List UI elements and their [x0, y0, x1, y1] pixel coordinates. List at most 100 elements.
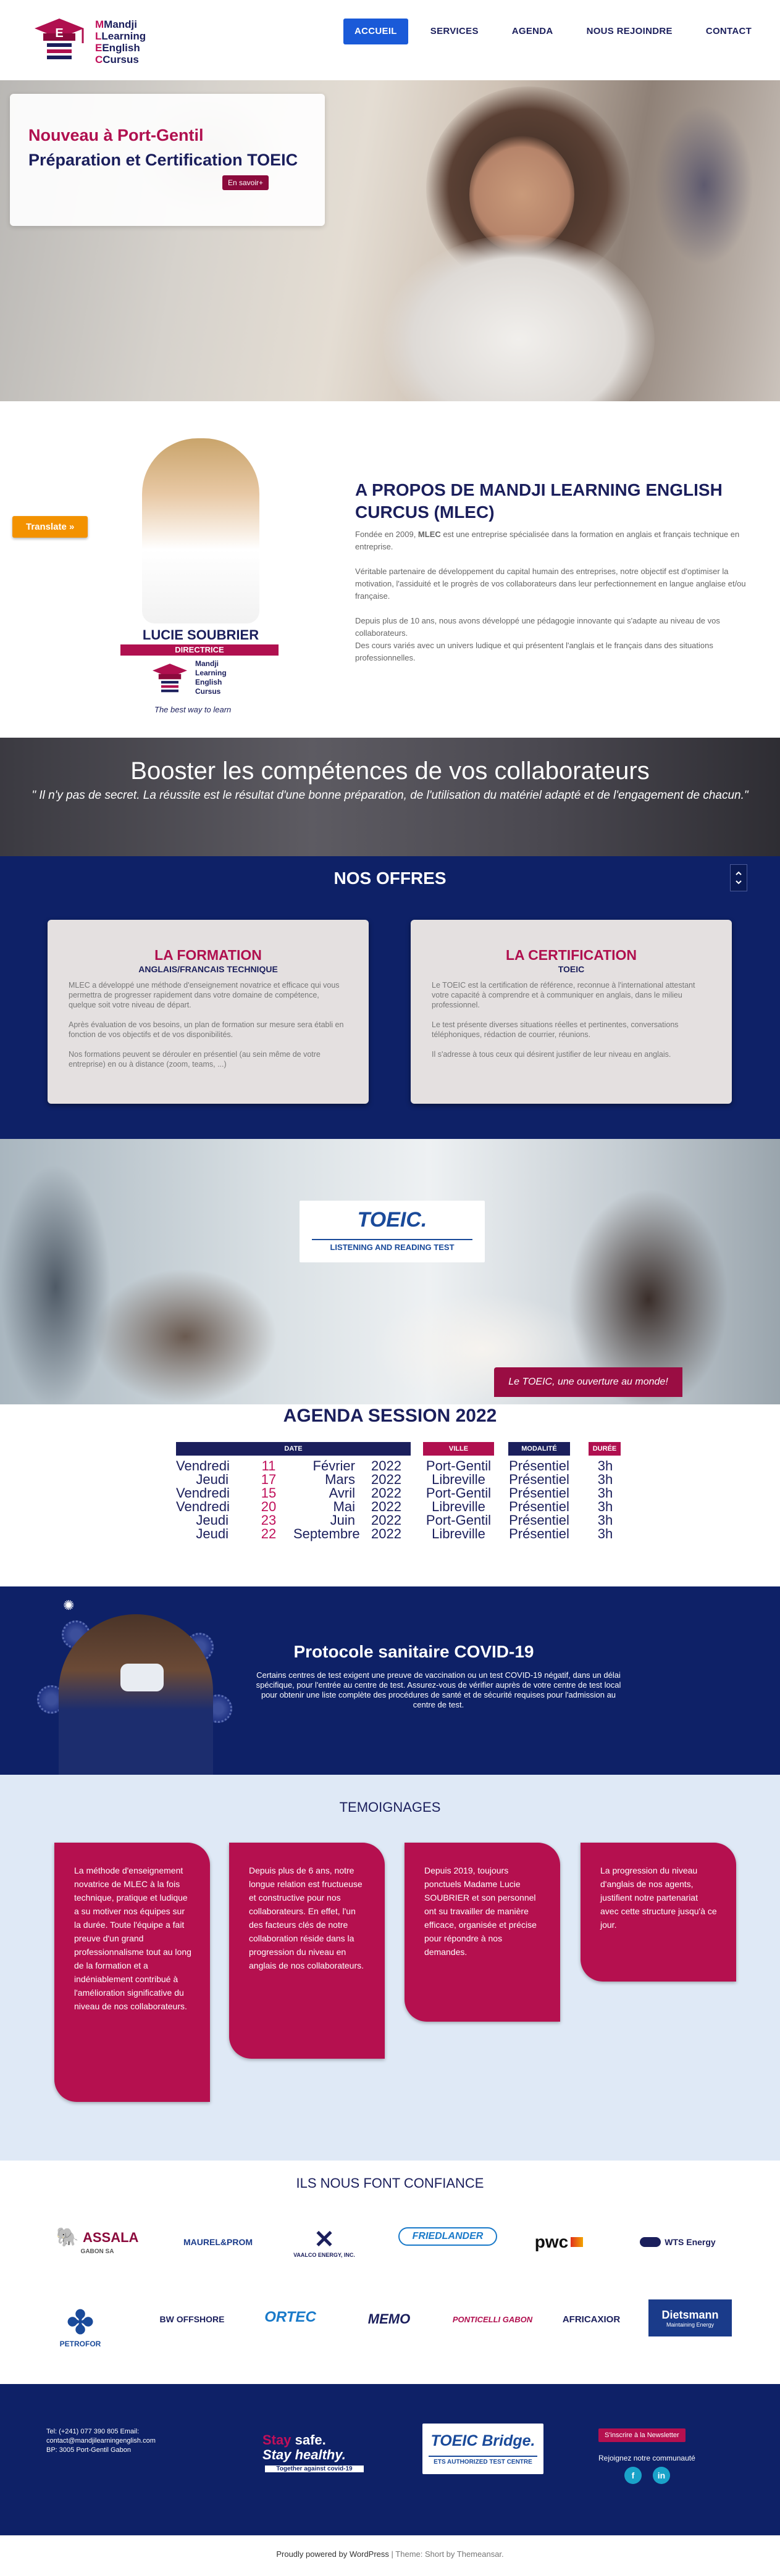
- agenda-cell-day: Jeudi: [196, 1512, 229, 1528]
- partner-logo-pwc: pwc: [522, 2228, 596, 2256]
- partner-logo-dietsmann: Dietsmann Maintaining Energy: [648, 2299, 732, 2336]
- powered-by-link[interactable]: Proudly powered by WordPress: [276, 2549, 389, 2559]
- partner-logo-memo: MEMO: [367, 2311, 411, 2327]
- agenda-row: Jeudi 22 Septembre 2022 Libreville Présentiel…: [176, 1527, 621, 1541]
- director-role: DIRECTRICE: [120, 644, 279, 656]
- chevron-up-down-icon: [736, 871, 742, 885]
- agenda-cell-month: Mai: [333, 1499, 355, 1514]
- main-nav: ACCUEIL SERVICES AGENDA NOUS REJOINDRE C…: [343, 19, 763, 44]
- facebook-icon[interactable]: f: [624, 2467, 642, 2484]
- logo-mark-icon: E: [35, 19, 84, 59]
- agenda-row: Vendredi 15 Avril 2022 Port-Gentil Présentiel…: [176, 1486, 621, 1500]
- mini-logo: Mandji Learning English Cursus: [148, 658, 253, 701]
- community-label: Rejoignez notre communauté: [598, 2454, 695, 2462]
- agenda-row: Vendredi 11 Février 2022 Port-Gentil Présenti…: [176, 1459, 621, 1473]
- testimonial-card: Depuis 2019, toujours ponctuels Madame L…: [405, 1843, 560, 2022]
- agenda-cell-city: Libreville: [432, 1472, 485, 1487]
- newsletter-button[interactable]: S'inscrire à la Newsletter: [598, 2428, 686, 2442]
- agenda-cell-dur: 3h: [597, 1499, 613, 1514]
- testimonial-card: La progression du niveau d'anglais de no…: [581, 1843, 736, 1982]
- agenda-title: AGENDA SESSION 2022: [283, 1406, 497, 1426]
- agenda-cell-day: Jeudi: [196, 1526, 229, 1541]
- agenda-row: Jeudi 17 Mars 2022 Libreville Présentiel 3h: [176, 1473, 621, 1486]
- agenda-cell-month: Juin: [330, 1512, 355, 1528]
- offers-title: NOS OFFRES: [333, 869, 447, 888]
- partner-logo-petrofor: ✤ PETROFOR: [59, 2305, 101, 2348]
- bottom-bar: Proudly powered by WordPress | Theme: Sh…: [0, 2535, 780, 2576]
- partner-logo-maurel-prom: MAUREL&PROM: [183, 2237, 253, 2247]
- site-header: E MMandji LLearning EEnglish CCursus ACC…: [0, 0, 780, 80]
- testimonials-title: TEMOIGNAGES: [339, 1799, 441, 1815]
- testimonials-section: TEMOIGNAGES La méthode d'enseignement no…: [0, 1775, 780, 2161]
- agenda-cell-num: 20: [261, 1499, 277, 1514]
- covid-title: Protocole sanitaire COVID-19: [293, 1642, 534, 1661]
- agenda-cell-month: Avril: [329, 1485, 355, 1501]
- agenda-cell-day: Vendredi: [176, 1485, 230, 1501]
- agenda-cell-city: Port-Gentil: [426, 1458, 492, 1473]
- nav-agenda[interactable]: AGENDA: [501, 19, 564, 44]
- masked-person-image: [59, 1614, 213, 1775]
- nav-accueil[interactable]: ACCUEIL: [343, 19, 408, 44]
- footer-contact: Tel: (+241) 077 390 805 Email: contact@m…: [46, 2428, 156, 2454]
- agenda-cell-year: 2022: [371, 1499, 401, 1514]
- agenda-cell-year: 2022: [371, 1526, 401, 1541]
- hero-heading-2: Préparation et Certification TOEIC: [28, 151, 298, 169]
- partner-logo-bw-offshore: BW OFFSHORE: [159, 2314, 225, 2324]
- agenda-cell-year: 2022: [371, 1485, 401, 1501]
- agenda-cell-num: 22: [261, 1526, 277, 1541]
- partner-logo-vaalco: ✕ VAALCO ENERGY, INC.: [293, 2226, 355, 2258]
- signature: The best way to learn: [154, 705, 232, 714]
- agenda-cell-city: Port-Gentil: [426, 1485, 492, 1501]
- scroll-handle[interactable]: [730, 864, 747, 891]
- theme-credit[interactable]: Theme: Short by Themeansar.: [395, 2549, 503, 2559]
- director-card: LUCIE SOUBRIER DIRECTRICE Mandji Learnin…: [117, 432, 284, 714]
- agenda-cell-month: Février: [312, 1458, 355, 1473]
- covid-section: ✺ Protocole sanitaire COVID-19 Certains …: [0, 1586, 780, 1775]
- about-text: Fondée en 2009, MLEC est une entreprise …: [355, 530, 746, 662]
- agenda-cell-dur: 3h: [597, 1458, 613, 1473]
- site-logo[interactable]: E MMandji LLearning EEnglish CCursus: [28, 15, 146, 68]
- agenda-cell-year: 2022: [371, 1458, 401, 1473]
- toeic-tagline: Le TOEIC, une ouverture au monde!: [494, 1367, 682, 1397]
- toeic-photo: [0, 1139, 780, 1411]
- nav-services[interactable]: SERVICES: [419, 19, 490, 44]
- translate-button[interactable]: Translate »: [12, 516, 88, 538]
- testimonial-card: La méthode d'enseignement novatrice de M…: [54, 1843, 210, 2102]
- face-mask-icon: [120, 1664, 164, 1691]
- svg-text:E: E: [55, 27, 63, 40]
- partners-title: ILS NOUS FONT CONFIANCE: [296, 2175, 484, 2191]
- agenda-row: Jeudi 23 Juin 2022 Port-Gentil Présentiel 3h: [176, 1514, 621, 1527]
- agenda-cell-city: Libreville: [432, 1499, 485, 1514]
- nav-contact[interactable]: CONTACT: [695, 19, 763, 44]
- agenda-cell-num: 15: [261, 1485, 277, 1501]
- partner-logo-friedlander: FRIEDLANDER: [398, 2227, 497, 2246]
- partner-logo-ponticelli: PONTICELLI GABON: [452, 2314, 533, 2324]
- agenda-cell-city: Libreville: [432, 1526, 485, 1541]
- booster-title: Booster les compétences de vos collabora…: [130, 757, 650, 785]
- toeic-bridge-logo: TOEIC Bridge. ETS AUTHORIZED TEST CENTRE: [422, 2424, 543, 2474]
- logo-mark-icon: [153, 664, 187, 693]
- agenda-cell-city: Port-Gentil: [426, 1512, 492, 1528]
- linkedin-icon[interactable]: in: [653, 2467, 670, 2484]
- agenda-cell-mode: Présentiel: [509, 1499, 569, 1514]
- director-name: LUCIE SOUBRIER: [142, 627, 259, 643]
- agenda-cell-dur: 3h: [597, 1512, 613, 1528]
- agenda-cell-day: Jeudi: [196, 1472, 229, 1487]
- agenda-cell-mode: Présentiel: [509, 1485, 569, 1501]
- hero-heading-1: Nouveau à Port-Gentil: [28, 126, 204, 144]
- agenda-row: Vendredi 20 Mai 2022 Libreville Présentiel 3h: [176, 1500, 621, 1514]
- agenda-cell-year: 2022: [371, 1512, 401, 1528]
- agenda-cell-year: 2022: [371, 1472, 401, 1487]
- agenda-cell-month: Septembre: [293, 1526, 360, 1541]
- booster-quote: " Il n'y pas de secret. La réussite est …: [31, 789, 749, 802]
- nav-nous-rejoindre[interactable]: NOUS REJOINDRE: [576, 19, 684, 44]
- logo-text: MMandji LLearning EEnglish CCursus: [95, 19, 146, 65]
- hero-more-button[interactable]: En savoir+: [222, 175, 269, 190]
- offer-card-certification: LA CERTIFICATION TOEIC Le TOEIC est la c…: [411, 920, 732, 1104]
- agenda-cell-dur: 3h: [597, 1526, 613, 1541]
- hero-callout: Nouveau à Port-Gentil Préparation et Cer…: [10, 94, 325, 226]
- covid-text: Certains centres de test exigent une pre…: [256, 1670, 621, 1709]
- partner-logo-africaxior: AFRICAXIOR: [562, 2314, 621, 2325]
- agenda-cell-mode: Présentiel: [509, 1472, 569, 1487]
- agenda-cell-mode: Présentiel: [509, 1458, 569, 1473]
